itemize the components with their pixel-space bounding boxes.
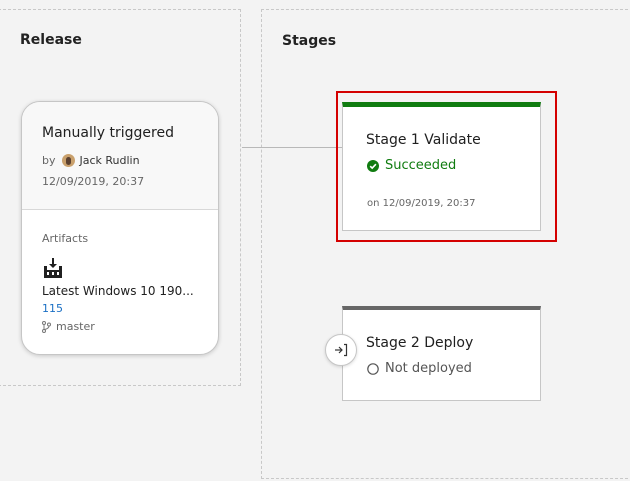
stage-name: Stage 2 Deploy [366,335,474,351]
stages-panel [261,9,630,479]
stage-status: Not deployed [367,361,472,376]
pre-deployment-conditions-button[interactable] [325,334,357,366]
stages-heading: Stages [282,33,337,49]
release-heading: Release [20,32,82,48]
release-card[interactable]: Manually triggered by Jack Rudlin 12/09/… [21,101,219,355]
avatar [61,154,75,167]
stage-status-text: Not deployed [385,361,472,376]
branch-icon [42,320,51,333]
by-label: by [42,154,56,167]
trigger-title: Manually triggered [42,125,174,141]
artifacts-label: Artifacts [42,232,89,245]
artifact-name[interactable]: Latest Windows 10 190... [42,284,194,298]
artifact-version[interactable]: 115 [42,302,63,315]
branch-name: master [56,320,95,333]
selection-highlight [336,91,557,242]
stage-card-deploy[interactable]: Stage 2 Deploy Not deployed [342,306,541,401]
artifact-branch-row: master [42,320,95,333]
release-author-row: by Jack Rudlin [42,154,140,167]
enter-arrow-icon [335,343,348,357]
release-date: 12/09/2019, 20:37 [42,175,145,188]
release-trigger-section: Manually triggered by Jack Rudlin 12/09/… [22,102,218,210]
empty-circle-icon [367,362,379,375]
artifact-build-icon [42,257,64,279]
author-name: Jack Rudlin [79,154,140,167]
pipeline-connector [242,147,342,148]
